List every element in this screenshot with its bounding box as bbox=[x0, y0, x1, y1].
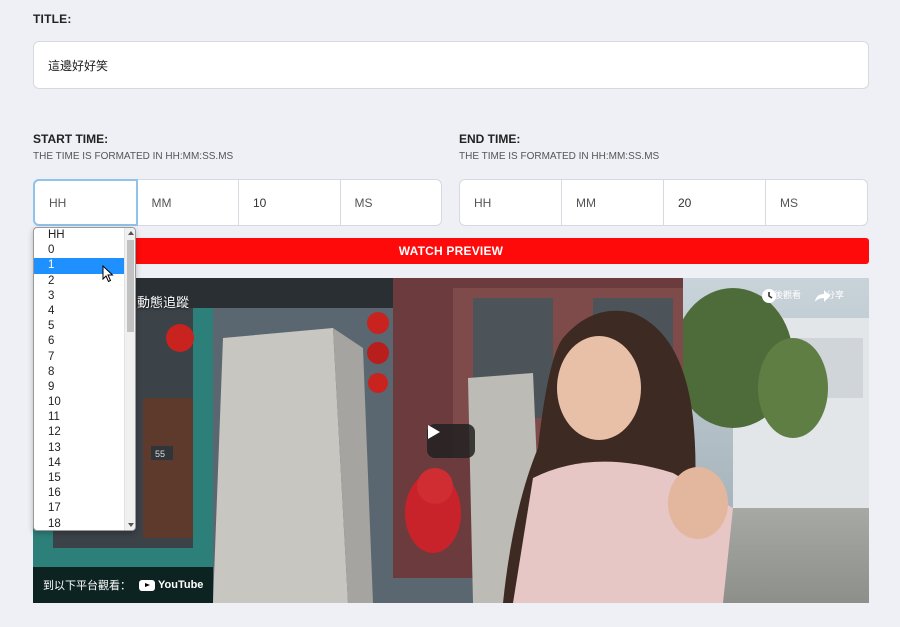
start-seconds-select[interactable]: 10 bbox=[239, 180, 341, 225]
dropdown-option[interactable]: 14 bbox=[34, 456, 124, 471]
start-time-hint: THE TIME IS FORMATED IN HH:MM:SS.MS bbox=[33, 151, 234, 162]
end-seconds-select[interactable]: 20 bbox=[664, 180, 766, 225]
scroll-down-arrow-icon[interactable] bbox=[128, 523, 134, 527]
video-title[interactable]: 動態追蹤 bbox=[137, 292, 189, 311]
dropdown-option[interactable]: 13 bbox=[34, 441, 124, 456]
dropdown-option[interactable]: 16 bbox=[34, 486, 124, 501]
youtube-embed[interactable]: 55 動態追蹤 稍後觀看 分享 到以下平台觀看： YouTube bbox=[33, 278, 869, 603]
end-milliseconds-select[interactable]: MS bbox=[766, 180, 867, 225]
end-hours-select[interactable]: HH bbox=[460, 180, 562, 225]
mouse-cursor-icon bbox=[102, 265, 114, 283]
share-icon bbox=[815, 290, 830, 302]
play-icon bbox=[428, 425, 440, 439]
youtube-logo: YouTube bbox=[139, 579, 203, 591]
start-time-label: START TIME: bbox=[33, 132, 109, 146]
start-time-group: HH MM 10 MS bbox=[33, 179, 442, 226]
scroll-up-arrow-icon[interactable] bbox=[128, 231, 134, 235]
share-button[interactable]: 分享 bbox=[813, 288, 857, 302]
title-input[interactable]: 這邊好好笑 bbox=[33, 41, 869, 89]
dropdown-option[interactable]: 5 bbox=[34, 319, 124, 334]
dropdown-option[interactable]: 4 bbox=[34, 304, 124, 319]
clock-icon bbox=[762, 289, 776, 303]
start-hours-select[interactable]: HH bbox=[33, 179, 138, 226]
dropdown-scrollbar[interactable] bbox=[124, 228, 135, 530]
play-button[interactable] bbox=[427, 424, 475, 458]
dropdown-option[interactable]: 18 bbox=[34, 517, 124, 530]
scroll-thumb[interactable] bbox=[127, 240, 134, 332]
start-milliseconds-select[interactable]: MS bbox=[341, 180, 442, 225]
dropdown-option[interactable]: 6 bbox=[34, 334, 124, 349]
dropdown-option[interactable]: 7 bbox=[34, 350, 124, 365]
end-time-group: HH MM 20 MS bbox=[459, 179, 868, 226]
watch-later-button[interactable]: 稍後觀看 bbox=[761, 288, 805, 303]
dropdown-option[interactable]: 0 bbox=[34, 243, 124, 258]
end-time-hint: THE TIME IS FORMATED IN HH:MM:SS.MS bbox=[459, 151, 660, 162]
dropdown-option[interactable]: 17 bbox=[34, 501, 124, 516]
dropdown-option[interactable]: 10 bbox=[34, 395, 124, 410]
watch-on-youtube-bar[interactable]: 到以下平台觀看： YouTube bbox=[33, 567, 214, 603]
hours-dropdown-list[interactable]: HH 0 1 2 3 4 5 6 7 8 9 10 11 12 13 14 15 16 17 18 bbox=[33, 227, 136, 531]
dropdown-option[interactable]: 3 bbox=[34, 289, 124, 304]
dropdown-option[interactable]: 9 bbox=[34, 380, 124, 395]
dropdown-option[interactable]: 15 bbox=[34, 471, 124, 486]
start-minutes-select[interactable]: MM bbox=[138, 180, 239, 225]
end-time-label: END TIME: bbox=[459, 132, 521, 146]
dropdown-option[interactable]: 11 bbox=[34, 410, 124, 425]
sign-number: 55 bbox=[155, 449, 165, 459]
youtube-wordmark: YouTube bbox=[158, 579, 204, 591]
dropdown-option[interactable]: 8 bbox=[34, 365, 124, 380]
watch-preview-button[interactable]: WATCH PREVIEW bbox=[33, 238, 869, 264]
dropdown-option[interactable]: 12 bbox=[34, 425, 124, 440]
youtube-play-icon bbox=[139, 579, 155, 591]
watch-on-label: 到以下平台觀看： bbox=[43, 580, 131, 592]
dropdown-option[interactable]: HH bbox=[34, 228, 124, 243]
end-minutes-select[interactable]: MM bbox=[562, 180, 664, 225]
title-label: TITLE: bbox=[33, 12, 72, 26]
